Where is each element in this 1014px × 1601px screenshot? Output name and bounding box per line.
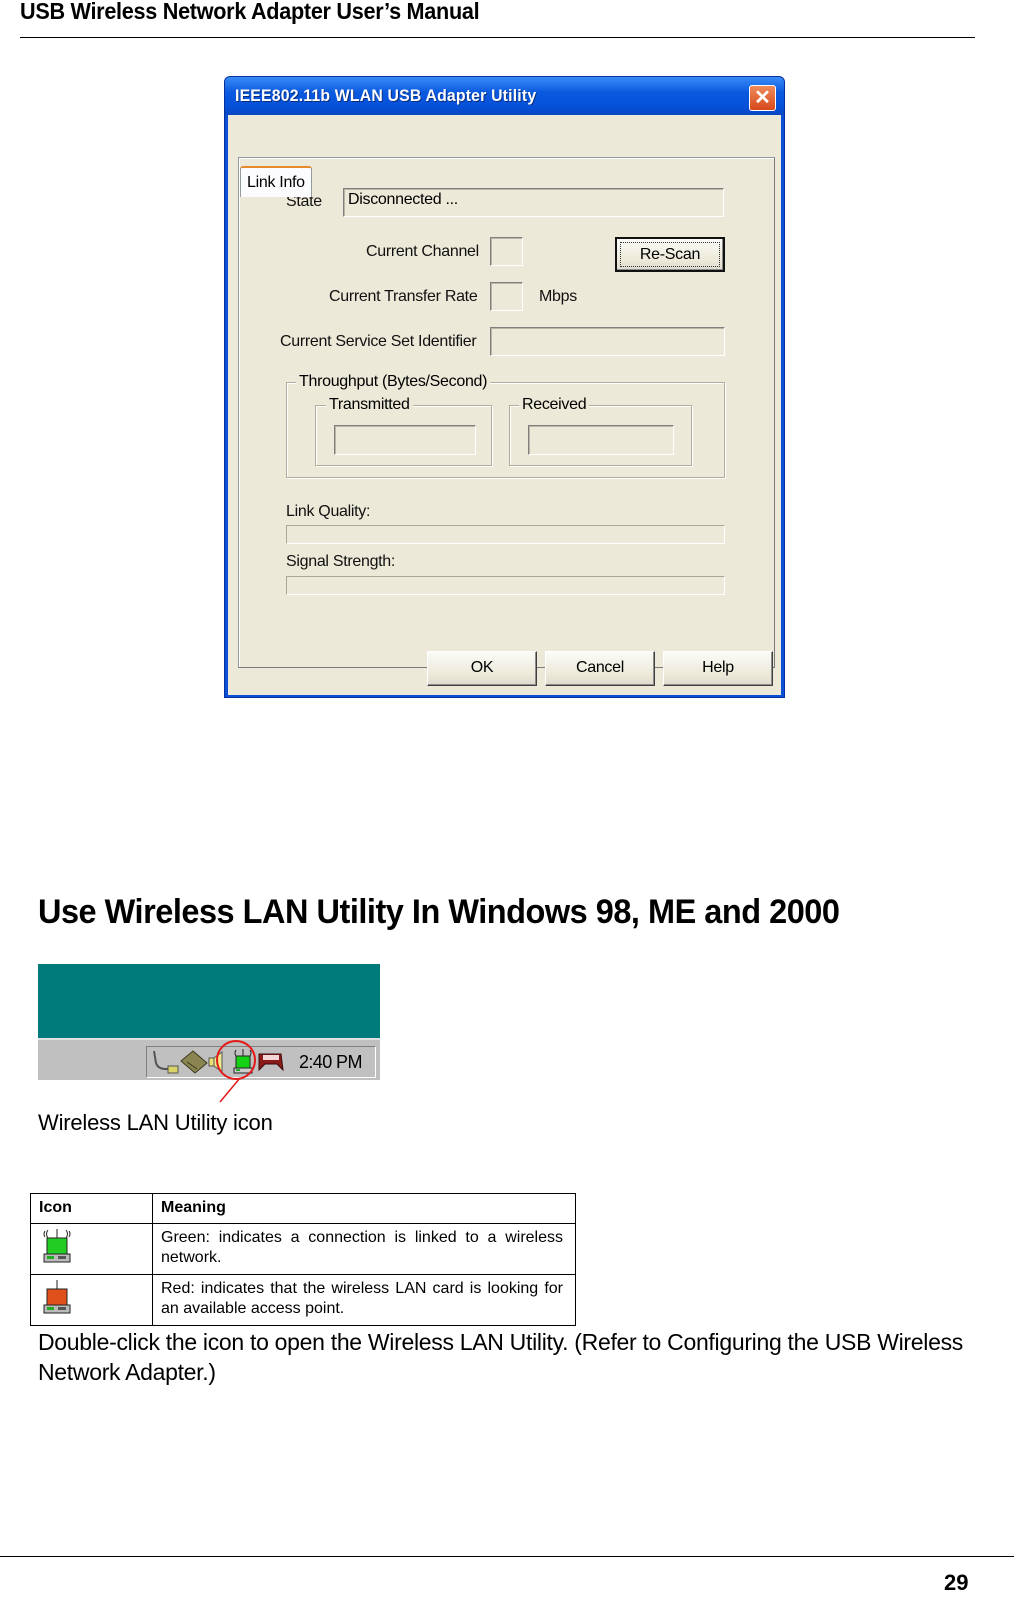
utility-dialog: IEEE802.11b WLAN USB Adapter Utility ✕ L… [224,76,785,698]
link-quality-label: Link Quality: [286,503,371,520]
throughput-group-label: Throughput (Bytes/Second) [296,373,491,391]
table-row: Green: indicates a connection is linked … [30,1223,576,1275]
received-label: Received [519,396,590,414]
dialog-titlebar: IEEE802.11b WLAN USB Adapter Utility ✕ [225,77,784,115]
system-tray: 2:40 PM [146,1046,376,1078]
ssid-field [490,327,725,356]
meaning-cell: Green: indicates a connection is linked … [152,1223,576,1275]
table-row: Red: indicates that the wireless LAN car… [30,1274,576,1326]
header-icon: Icon [30,1193,153,1224]
signal-strength-bar [286,576,725,595]
icon-meaning-table: Icon Meaning Green: indicates a connecti… [30,1193,576,1326]
current-transfer-rate-field [490,282,523,311]
current-channel-label: Current Channel [366,243,479,260]
table-header-row: Icon Meaning [30,1193,576,1224]
header-meaning: Meaning [152,1193,576,1224]
wlan-green-icon [43,1229,71,1263]
cancel-button[interactable]: Cancel [545,651,655,686]
taskbar-screenshot: 2:40 PM [38,964,380,1080]
ok-button[interactable]: OK [427,651,537,686]
pc-card-icon[interactable] [179,1049,209,1075]
page-number: 29 [944,1570,969,1595]
dialog-body: Link Info Configuration Site Survey Encr… [228,115,781,695]
modem-icon[interactable] [257,1050,285,1074]
rate-unit-label: Mbps [539,288,577,305]
state-field: Disconnected ... [343,188,724,217]
instruction-paragraph: Double-click the icon to open the Wirele… [38,1329,963,1385]
desktop-area [38,964,380,1038]
rescan-button[interactable]: Re-Scan [615,237,725,272]
dialog-title: IEEE802.11b WLAN USB Adapter Utility [235,86,537,105]
tab-link-info[interactable]: Link Info [240,166,312,197]
callout-line [219,1077,241,1103]
link-quality-bar [286,525,725,544]
icon-cell [30,1223,153,1275]
icon-cell [30,1274,153,1326]
header-divider [20,37,975,38]
transmitted-field [334,425,476,455]
help-button[interactable]: Help [663,651,773,686]
manual-title: USB Wireless Network Adapter User’s Manu… [20,0,480,24]
meaning-cell: Red: indicates that the wireless LAN car… [152,1274,576,1326]
network-cable-icon[interactable] [150,1049,180,1075]
highlight-circle [216,1040,256,1080]
close-icon[interactable]: ✕ [749,85,776,111]
taskbar-clock: 2:40 PM [299,1052,362,1072]
footer-divider [0,1556,1014,1557]
received-field [528,425,674,455]
current-transfer-rate-label: Current Transfer Rate [329,288,478,305]
section-heading: Use Wireless LAN Utility In Windows 98, … [38,893,840,931]
transmitted-label: Transmitted [326,396,413,414]
ssid-label: Current Service Set Identifier [280,333,477,350]
taskbar: 2:40 PM [38,1038,380,1080]
signal-strength-label: Signal Strength: [286,553,396,570]
current-channel-field [490,237,523,266]
wlan-red-icon [43,1280,71,1314]
figure-caption: Wireless LAN Utility icon [38,1110,273,1135]
